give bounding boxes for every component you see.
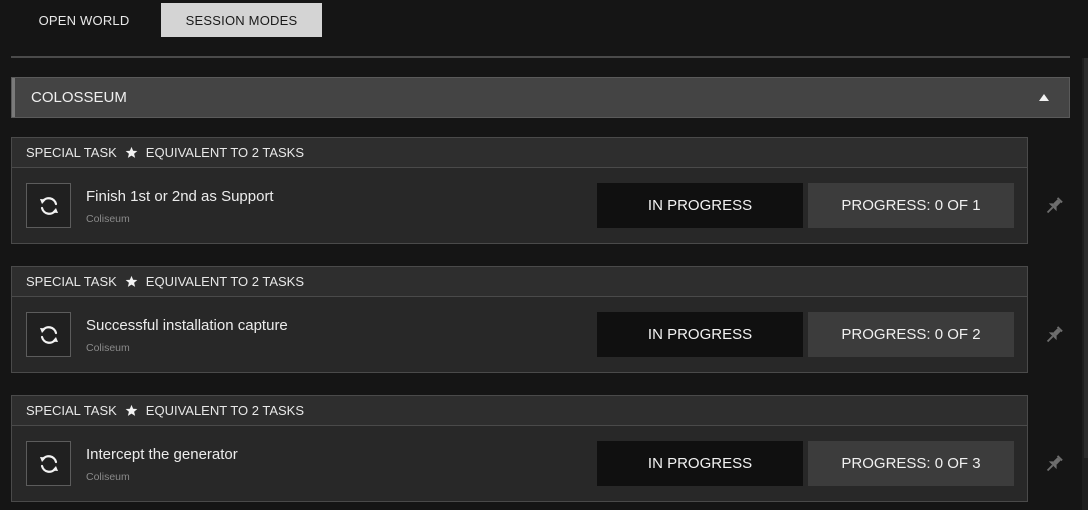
task-body: Finish 1st or 2nd as Support Coliseum IN… (11, 168, 1028, 244)
tab-session-modes[interactable]: SESSION MODES (161, 3, 322, 37)
task-type-label: SPECIAL TASK (26, 274, 117, 289)
task-name: Successful installation capture (86, 317, 288, 334)
task-location: Coliseum (86, 471, 130, 483)
refresh-icon (39, 196, 58, 215)
pin-icon[interactable] (1043, 324, 1065, 346)
task-card: SPECIAL TASK EQUIVALENT TO 2 TASKS Succe… (11, 266, 1028, 373)
task-card: SPECIAL TASK EQUIVALENT TO 2 TASKS Finis… (11, 137, 1028, 244)
scrollbar-thumb[interactable] (1084, 58, 1088, 458)
session-modes-page: OPEN WORLD SESSION MODES COLOSSEUM SPECI… (0, 0, 1088, 510)
section-accent-bar (12, 78, 15, 117)
reroll-task-button[interactable] (26, 441, 71, 486)
task-equivalent-label: EQUIVALENT TO 2 TASKS (145, 274, 305, 289)
progress-indicator: PROGRESS: 0 OF 3 (808, 441, 1014, 486)
task-equivalent-label: EQUIVALENT TO 2 TASKS (145, 403, 305, 418)
task-name: Intercept the generator (86, 446, 238, 463)
mode-tabs: OPEN WORLD SESSION MODES (0, 0, 1088, 40)
status-badge: IN PROGRESS (597, 312, 803, 357)
task-body: Successful installation capture Coliseum… (11, 297, 1028, 373)
task-body: Intercept the generator Coliseum IN PROG… (11, 426, 1028, 502)
pin-icon[interactable] (1043, 195, 1065, 217)
pin-icon[interactable] (1043, 453, 1065, 475)
task-type-label: SPECIAL TASK (26, 403, 117, 418)
tabs-divider (11, 56, 1070, 58)
star-icon (125, 146, 138, 158)
tab-open-world[interactable]: OPEN WORLD (14, 3, 154, 37)
progress-indicator: PROGRESS: 0 OF 2 (808, 312, 1014, 357)
progress-indicator: PROGRESS: 0 OF 1 (808, 183, 1014, 228)
task-type-label: SPECIAL TASK (26, 145, 117, 160)
task-header: SPECIAL TASK EQUIVALENT TO 2 TASKS (11, 395, 1028, 426)
section-title: COLOSSEUM (31, 89, 127, 106)
task-location: Coliseum (86, 342, 130, 354)
task-card: SPECIAL TASK EQUIVALENT TO 2 TASKS Inter… (11, 395, 1028, 502)
refresh-icon (39, 325, 58, 344)
star-icon (125, 275, 138, 287)
status-badge: IN PROGRESS (597, 183, 803, 228)
task-header: SPECIAL TASK EQUIVALENT TO 2 TASKS (11, 266, 1028, 297)
reroll-task-button[interactable] (26, 183, 71, 228)
task-header: SPECIAL TASK EQUIVALENT TO 2 TASKS (11, 137, 1028, 168)
reroll-task-button[interactable] (26, 312, 71, 357)
task-equivalent-label: EQUIVALENT TO 2 TASKS (145, 145, 305, 160)
status-badge: IN PROGRESS (597, 441, 803, 486)
caret-up-icon[interactable] (1039, 94, 1049, 101)
colosseum-section-header[interactable]: COLOSSEUM (11, 77, 1070, 118)
star-icon (125, 404, 138, 416)
task-location: Coliseum (86, 213, 130, 225)
task-name: Finish 1st or 2nd as Support (86, 188, 274, 205)
refresh-icon (39, 454, 58, 473)
